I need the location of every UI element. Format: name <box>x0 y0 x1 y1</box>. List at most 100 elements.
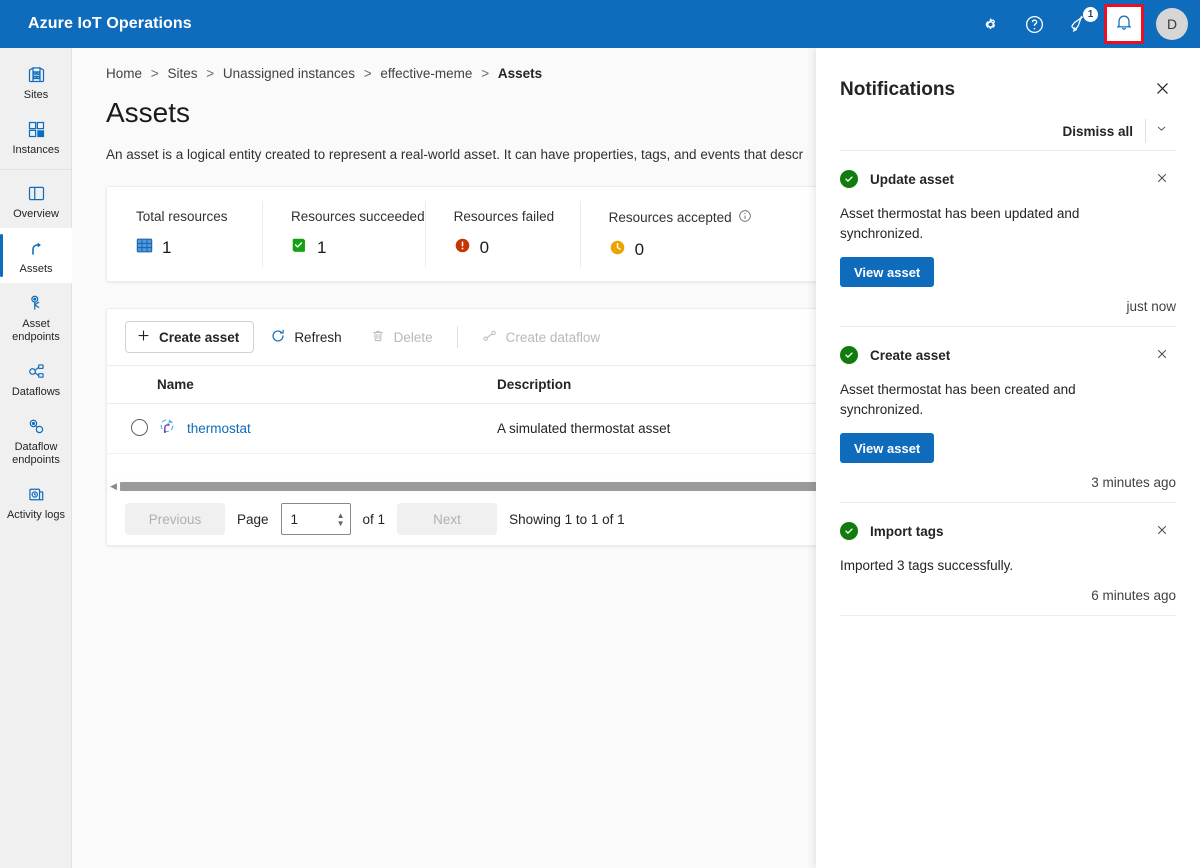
breadcrumb-item-unassigned-instances[interactable]: Unassigned instances <box>223 66 355 81</box>
notifications-button[interactable] <box>1104 4 1144 44</box>
page-stepper[interactable]: ▲ ▼ <box>337 511 345 527</box>
sidebar-item-label: Asset endpoints <box>12 318 60 343</box>
sidebar-item-dataflow-endpoints[interactable]: Dataflow endpoints <box>0 406 72 474</box>
refresh-button[interactable]: Refresh <box>258 321 353 353</box>
row-radio-button[interactable] <box>131 418 148 436</box>
app-header: Azure IoT Operations 1 D <box>0 0 1200 48</box>
assets-icon <box>26 237 47 259</box>
feedback-button[interactable]: 1 <box>1056 4 1100 44</box>
breadcrumb-separator: > <box>150 66 159 81</box>
grid-icon <box>136 237 153 259</box>
success-check-icon <box>840 170 858 188</box>
breadcrumb-current: Assets <box>497 66 543 81</box>
sidebar-item-dataflows[interactable]: Dataflows <box>0 351 72 406</box>
metric-value-text: 1 <box>317 238 327 257</box>
column-select <box>107 365 157 404</box>
breadcrumb-item-effective-meme[interactable]: effective-meme <box>380 66 472 81</box>
notifications-panel-actions: Dismiss all <box>840 112 1176 150</box>
notification-body: Imported 3 tags successfully. <box>840 558 1014 573</box>
row-name-cell: thermostat <box>157 403 497 454</box>
close-icon <box>1155 523 1169 540</box>
asset-name-link[interactable]: thermostat <box>187 421 251 436</box>
sidebar-item-assets[interactable]: Assets <box>0 228 72 283</box>
metric-label-text: Resources succeeded <box>291 209 425 224</box>
create-asset-button[interactable]: Create asset <box>125 321 255 353</box>
notification-item: Update asset Asset thermostat has been u… <box>840 150 1176 326</box>
app-root: Azure IoT Operations 1 D Sites Instances… <box>0 0 1200 868</box>
page-number-field[interactable]: ▲ ▼ <box>280 503 351 535</box>
page-label: Page <box>237 511 269 527</box>
next-page-button[interactable]: Next <box>397 503 498 535</box>
metric-label-text: Resources accepted <box>608 210 732 225</box>
delete-label: Delete <box>393 329 433 345</box>
sidebar: Sites Instances Overview Assets Asset en… <box>0 48 72 868</box>
gear-icon <box>980 14 1001 35</box>
metric-value-text: 1 <box>162 238 172 257</box>
app-title: Azure IoT Operations <box>28 15 192 32</box>
header-actions: 1 D <box>968 0 1200 48</box>
collapse-notifications-button[interactable] <box>1146 122 1176 140</box>
create-dataflow-label: Create dataflow <box>505 329 601 345</box>
dismiss-all-button[interactable]: Dismiss all <box>1062 124 1145 139</box>
pending-clock-icon <box>609 239 626 261</box>
dataflow-endpoints-icon <box>26 415 47 437</box>
sidebar-item-overview[interactable]: Overview <box>0 173 72 228</box>
sites-icon <box>26 63 47 85</box>
notification-title: Import tags <box>870 523 944 539</box>
plus-icon <box>136 328 151 346</box>
stepper-up-icon[interactable]: ▲ <box>337 511 345 519</box>
asset-endpoints-icon <box>26 292 47 314</box>
scroll-left-arrow[interactable]: ◀ <box>107 481 120 492</box>
view-asset-button[interactable]: View asset <box>840 433 935 463</box>
view-asset-button[interactable]: View asset <box>840 257 935 287</box>
notification-timestamp: 3 minutes ago <box>1091 475 1176 490</box>
refresh-icon <box>270 328 286 347</box>
settings-button[interactable] <box>968 4 1012 44</box>
breadcrumb-item-sites[interactable]: Sites <box>167 66 197 81</box>
page-number-input[interactable] <box>281 511 326 527</box>
metric-total-resources: Total resources 1 <box>107 187 262 281</box>
delete-button[interactable]: Delete <box>358 321 445 353</box>
notifications-list-end-divider <box>840 615 1176 616</box>
dismiss-notification-button[interactable] <box>1148 165 1176 193</box>
help-button[interactable] <box>1012 4 1056 44</box>
sidebar-item-label: Assets <box>19 263 53 275</box>
page-total-label: of 1 <box>362 511 386 527</box>
sidebar-item-label: Instances <box>12 144 60 156</box>
notification-timestamp: 6 minutes ago <box>1091 588 1176 603</box>
refresh-label: Refresh <box>294 329 342 345</box>
avatar[interactable]: D <box>1156 8 1188 40</box>
breadcrumb-item-home[interactable]: Home <box>106 66 142 81</box>
sidebar-item-label: Sites <box>23 89 49 101</box>
dismiss-notification-button[interactable] <box>1148 341 1176 369</box>
metric-label-text: Total resources <box>136 209 228 224</box>
info-icon[interactable] <box>738 209 752 226</box>
close-icon <box>1154 80 1171 100</box>
notifications-panel-header: Notifications <box>840 48 1176 104</box>
stepper-down-icon[interactable]: ▼ <box>337 519 345 527</box>
sidebar-divider <box>0 169 71 170</box>
sidebar-item-sites[interactable]: Sites <box>0 54 72 109</box>
close-icon <box>1155 171 1169 188</box>
notification-body: Asset thermostat has been created and sy… <box>840 382 1076 417</box>
previous-page-button[interactable]: Previous <box>125 503 225 535</box>
sidebar-item-asset-endpoints[interactable]: Asset endpoints <box>0 283 72 351</box>
instances-icon <box>26 118 47 140</box>
trash-icon <box>370 328 386 347</box>
notifications-panel-title: Notifications <box>840 79 956 100</box>
notification-body: Asset thermostat has been updated and sy… <box>840 206 1080 241</box>
notification-title: Create asset <box>870 347 951 363</box>
breadcrumb-separator: > <box>206 66 215 81</box>
close-panel-button[interactable] <box>1148 76 1176 104</box>
notification-item: Create asset Asset thermostat has been c… <box>840 326 1176 502</box>
notification-title: Update asset <box>870 171 955 187</box>
notification-item: Import tags Imported 3 tags successfully… <box>840 502 1176 615</box>
dismiss-notification-button[interactable] <box>1148 517 1176 545</box>
success-check-icon <box>840 346 858 364</box>
chevron-down-icon <box>1155 122 1168 140</box>
create-dataflow-button[interactable]: Create dataflow <box>470 321 613 353</box>
sidebar-item-activity-logs[interactable]: Activity logs <box>0 474 72 529</box>
metric-resources-accepted: Resources accepted 0 <box>579 187 752 281</box>
sidebar-item-instances[interactable]: Instances <box>0 109 72 164</box>
create-asset-label: Create asset <box>159 329 240 345</box>
